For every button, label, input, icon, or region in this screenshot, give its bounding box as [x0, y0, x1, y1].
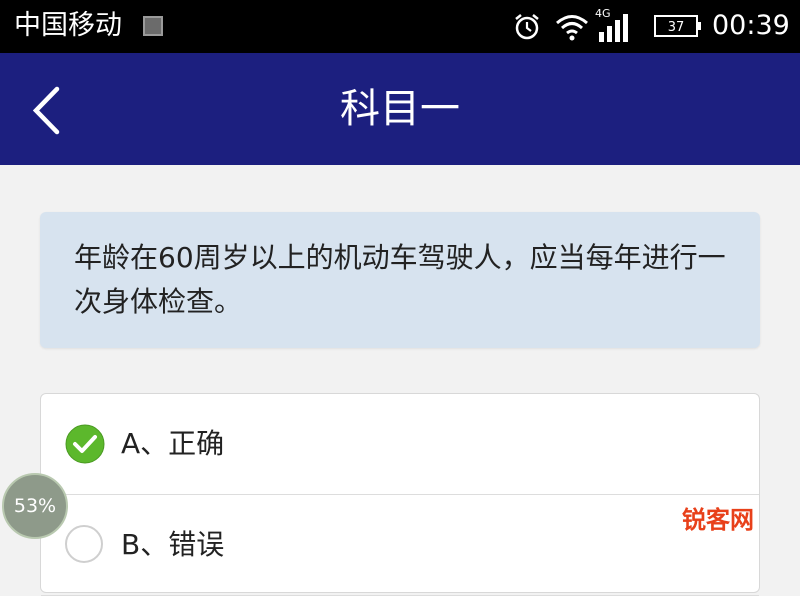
cellular-signal-icon: 4G: [595, 7, 628, 42]
watermark: 锐客网: [682, 506, 754, 534]
radio-empty-icon: [65, 525, 103, 563]
wifi-icon: [556, 15, 588, 41]
option-a[interactable]: A、正确: [41, 394, 759, 495]
network-type-label: 4G: [595, 7, 611, 20]
question-card: 年龄在60周岁以上的机动车驾驶人，应当每年进行一次身体检查。: [40, 212, 760, 348]
answer-options: A、正确 B、错误: [40, 393, 760, 596]
clock: 00:39: [712, 10, 790, 41]
alarm-clock-icon: [515, 14, 539, 40]
status-bar: 中国移动 4G 37 00:39: [0, 0, 800, 53]
battery-icon: 37: [654, 15, 701, 37]
battery-level: 37: [668, 20, 685, 35]
carrier-name: 中国移动: [14, 10, 122, 41]
image-notification-icon: [143, 16, 163, 36]
option-a-label: A、正确: [121, 427, 225, 460]
progress-ball[interactable]: 53%: [2, 473, 68, 539]
question-text: 年龄在60周岁以上的机动车驾驶人，应当每年进行一次身体检查。: [74, 241, 726, 318]
page-title: 科目一: [340, 86, 460, 132]
option-b-label: B、错误: [121, 528, 225, 561]
check-circle-icon: [65, 424, 105, 464]
app-header: 科目一: [0, 53, 800, 165]
option-b[interactable]: B、错误: [41, 495, 759, 596]
